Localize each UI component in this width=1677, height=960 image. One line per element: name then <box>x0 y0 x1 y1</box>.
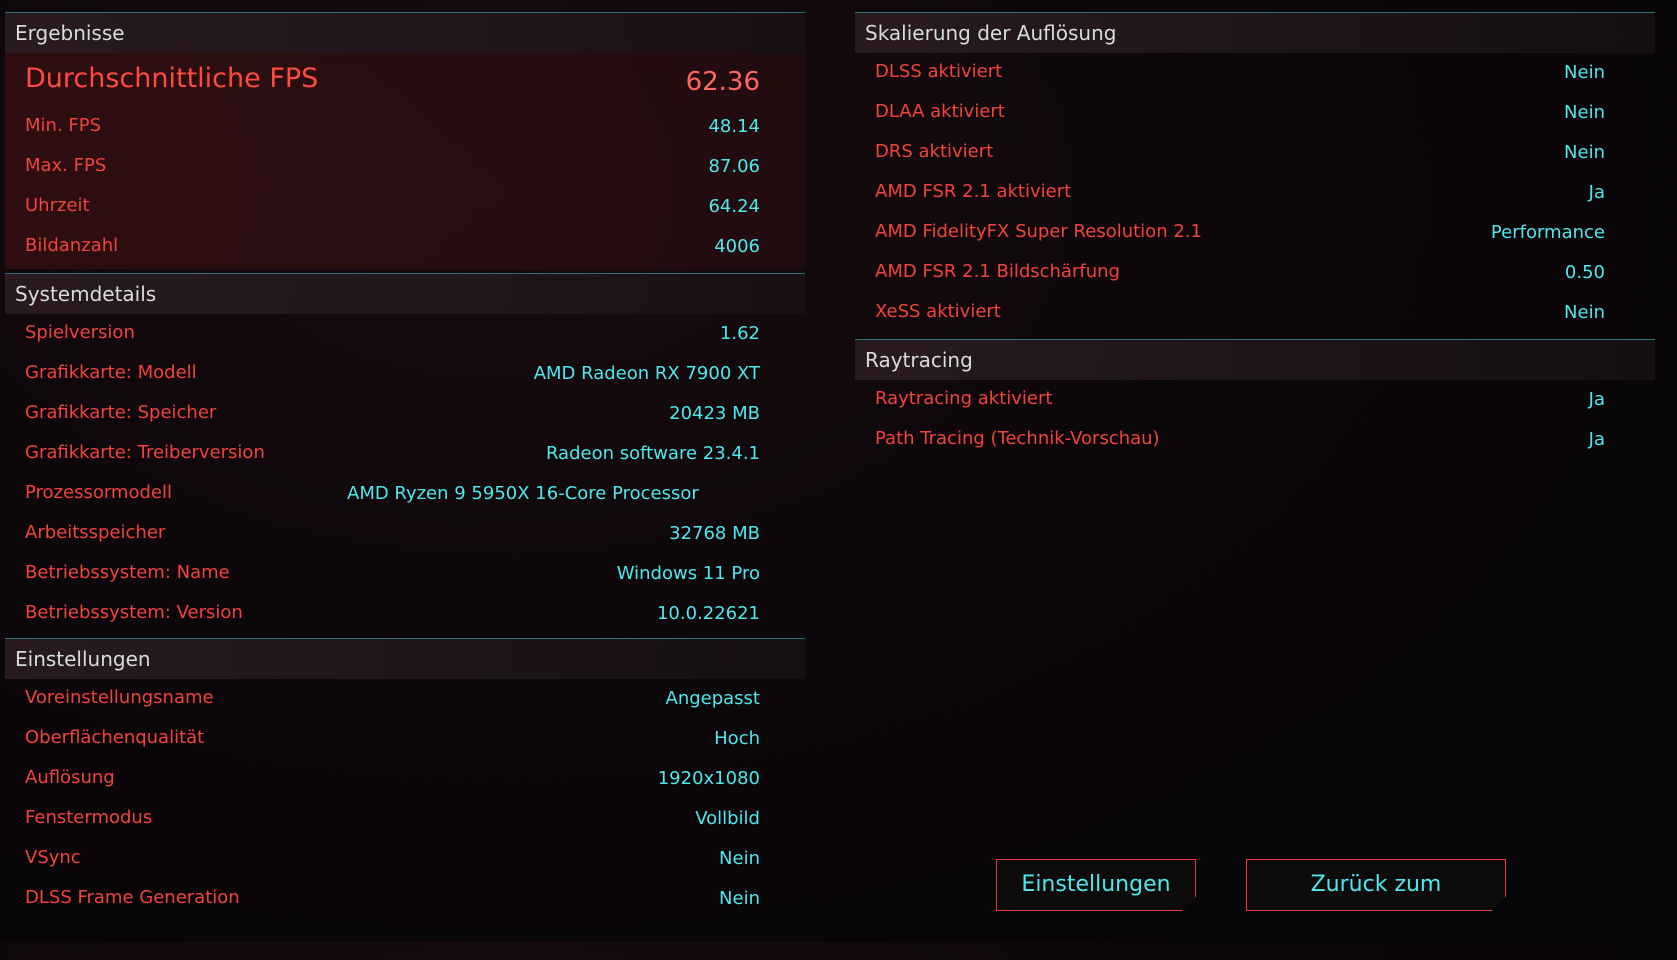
settings-label: DLSS Frame Generation <box>25 887 240 908</box>
scaling-section: Skalierung der Auflösung DLSS aktiviert … <box>855 12 1655 337</box>
settings-row-resolution: Auflösung 1920x1080 <box>5 759 805 799</box>
result-value: 64.24 <box>708 196 760 217</box>
system-label: Grafikkarte: Modell <box>25 362 197 383</box>
system-value: 1.62 <box>719 323 760 344</box>
system-row-gpu-model: Grafikkarte: Modell AMD Radeon RX 7900 X… <box>5 354 805 394</box>
main-menu-button[interactable]: Zurück zum Hauptmenü <box>1246 859 1506 911</box>
raytracing-label: Raytracing aktiviert <box>875 388 1053 409</box>
system-value: 10.0.22621 <box>656 603 760 624</box>
system-label: Prozessormodell <box>25 482 172 503</box>
scaling-value: Nein <box>1564 102 1605 123</box>
scaling-label: AMD FSR 2.1 Bildschärfung <box>875 261 1120 282</box>
system-label: Betriebssystem: Name <box>25 562 230 583</box>
result-row-max-fps: Max. FPS 87.06 <box>5 147 805 187</box>
settings-label: Oberflächenqualität <box>25 727 205 748</box>
system-row-os-version: Betriebssystem: Version 10.0.22621 <box>5 594 805 636</box>
scaling-label: AMD FSR 2.1 aktiviert <box>875 181 1072 202</box>
settings-row-preset: Voreinstellungsname Angepasst <box>5 679 805 719</box>
settings-row-texture-quality: Oberflächenqualität Hoch <box>5 719 805 759</box>
result-label: Uhrzeit <box>25 195 90 216</box>
settings-button[interactable]: Einstellungen <box>996 859 1196 911</box>
settings-row-window-mode: Fenstermodus Vollbild <box>5 799 805 839</box>
settings-label: Fenstermodus <box>25 807 153 828</box>
section-header-raytracing: Raytracing <box>855 340 1655 380</box>
settings-value: 1920x1080 <box>657 768 760 789</box>
system-row-gpu-driver: Grafikkarte: Treiberversion Radeon softw… <box>5 434 805 474</box>
system-label: Arbeitsspeicher <box>25 522 166 543</box>
system-value: 32768 MB <box>669 523 760 544</box>
raytracing-row-enabled: Raytracing aktiviert Ja <box>855 380 1655 420</box>
system-value: AMD Radeon RX 7900 XT <box>533 363 760 384</box>
scaling-value: Performance <box>1490 222 1605 243</box>
settings-row-vsync: VSync Nein <box>5 839 805 879</box>
scaling-value: Ja <box>1588 182 1605 203</box>
raytracing-value: Ja <box>1588 389 1605 410</box>
scaling-value: 0.50 <box>1564 262 1605 283</box>
system-row-game-version: Spielversion 1.62 <box>5 314 805 354</box>
scaling-row-xess: XeSS aktiviert Nein <box>855 293 1655 337</box>
scaling-label: XeSS aktiviert <box>875 301 1001 322</box>
scaling-row-fsr-sharpness: AMD FSR 2.1 Bildschärfung 0.50 <box>855 253 1655 293</box>
system-label: Betriebssystem: Version <box>25 602 243 623</box>
result-value: 48.14 <box>708 116 760 137</box>
scaling-row-drs: DRS aktiviert Nein <box>855 133 1655 173</box>
raytracing-label: Path Tracing (Technik-Vorschau) <box>875 428 1160 449</box>
scaling-value: Nein <box>1564 62 1605 83</box>
settings-label: Auflösung <box>25 767 115 788</box>
result-row-frames: Bildanzahl 4006 <box>5 227 805 269</box>
system-label: Grafikkarte: Treiberversion <box>25 442 265 463</box>
results-section: Ergebnisse Durchschnittliche FPS 62.36 M… <box>5 12 805 269</box>
settings-row-frame-generation: DLSS Frame Generation Nein <box>5 879 805 919</box>
system-row-ram: Arbeitsspeicher 32768 MB <box>5 514 805 554</box>
right-panel: Skalierung der Auflösung DLSS aktiviert … <box>855 12 1655 460</box>
system-value: 20423 MB <box>669 403 760 424</box>
settings-label: Voreinstellungsname <box>25 687 214 708</box>
raytracing-section: Raytracing Raytracing aktiviert Ja Path … <box>855 339 1655 460</box>
result-label: Max. FPS <box>25 155 107 176</box>
settings-value: Nein <box>719 848 760 869</box>
scaling-value: Nein <box>1564 302 1605 323</box>
result-value: 87.06 <box>708 156 760 177</box>
system-row-cpu: Prozessormodell AMD Ryzen 9 5950X 16-Cor… <box>5 474 805 514</box>
system-value: AMD Ryzen 9 5950X 16-Core Processor <box>347 483 699 504</box>
avg-fps-label: Durchschnittliche FPS <box>25 63 319 94</box>
system-row-os-name: Betriebssystem: Name Windows 11 Pro <box>5 554 805 594</box>
left-panel: Ergebnisse Durchschnittliche FPS 62.36 M… <box>5 12 805 919</box>
scaling-label: DRS aktiviert <box>875 141 994 162</box>
settings-value: Angepasst <box>665 688 761 709</box>
section-header-system: Systemdetails <box>5 274 805 314</box>
result-label: Bildanzahl <box>25 235 119 256</box>
section-header-scaling: Skalierung der Auflösung <box>855 13 1655 53</box>
system-label: Spielversion <box>25 322 135 343</box>
result-label: Min. FPS <box>25 115 102 136</box>
system-value: Windows 11 Pro <box>616 563 760 584</box>
system-label: Grafikkarte: Speicher <box>25 402 217 423</box>
scaling-value: Nein <box>1564 142 1605 163</box>
scaling-label: DLAA aktiviert <box>875 101 1005 122</box>
result-row-time: Uhrzeit 64.24 <box>5 187 805 227</box>
scaling-label: DLSS aktiviert <box>875 61 1003 82</box>
settings-section: Einstellungen Voreinstellungsname Angepa… <box>5 638 805 919</box>
results-block: Durchschnittliche FPS 62.36 Min. FPS 48.… <box>5 53 805 269</box>
raytracing-value: Ja <box>1588 429 1605 450</box>
section-header-results: Ergebnisse <box>5 13 805 53</box>
result-value: 4006 <box>714 236 760 257</box>
avg-fps-row: Durchschnittliche FPS 62.36 <box>5 53 805 107</box>
scaling-row-dlaa: DLAA aktiviert Nein <box>855 93 1655 133</box>
settings-value: Vollbild <box>695 808 760 829</box>
scaling-row-dlss: DLSS aktiviert Nein <box>855 53 1655 93</box>
system-section: Systemdetails Spielversion 1.62 Grafikka… <box>5 273 805 636</box>
avg-fps-value: 62.36 <box>685 67 760 97</box>
settings-value: Hoch <box>714 728 760 749</box>
system-value: Radeon software 23.4.1 <box>545 443 760 464</box>
settings-label: VSync <box>25 847 81 868</box>
section-header-settings: Einstellungen <box>5 639 805 679</box>
settings-value: Nein <box>719 888 760 909</box>
result-row-min-fps: Min. FPS 48.14 <box>5 107 805 147</box>
scaling-row-fsr-mode: AMD FidelityFX Super Resolution 2.1 Perf… <box>855 213 1655 253</box>
scaling-label: AMD FidelityFX Super Resolution 2.1 <box>875 221 1202 242</box>
scaling-row-fsr: AMD FSR 2.1 aktiviert Ja <box>855 173 1655 213</box>
raytracing-row-path-tracing: Path Tracing (Technik-Vorschau) Ja <box>855 420 1655 460</box>
system-row-gpu-memory: Grafikkarte: Speicher 20423 MB <box>5 394 805 434</box>
